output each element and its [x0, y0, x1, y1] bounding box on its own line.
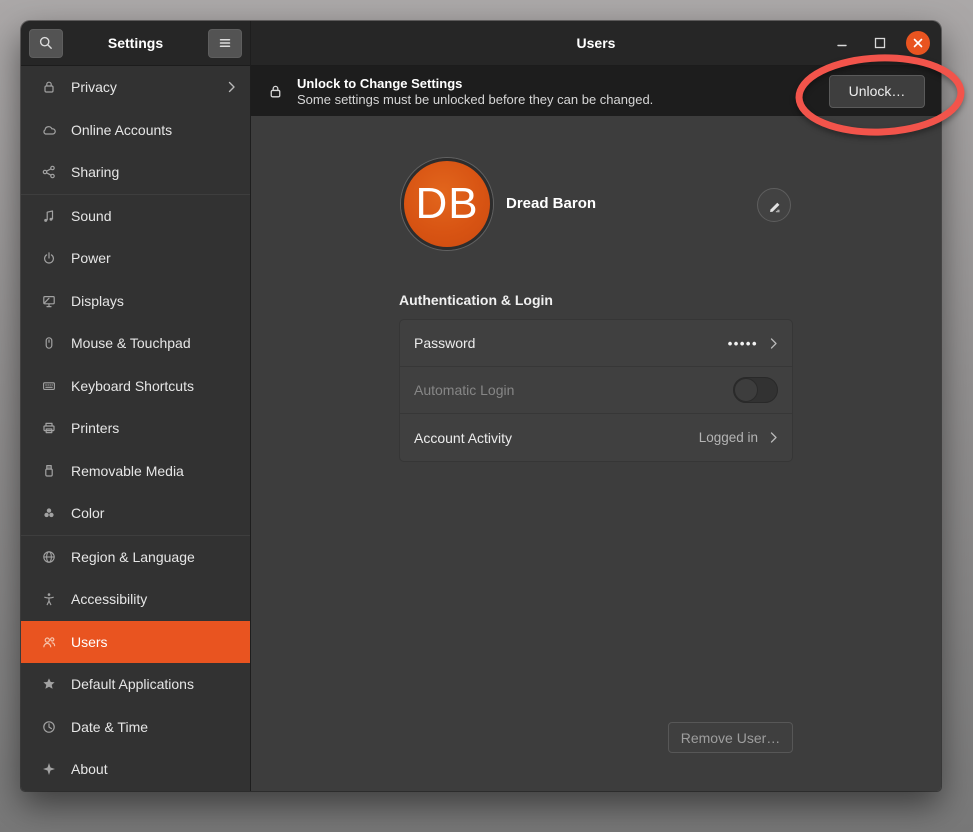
password-dots: •••••	[728, 336, 758, 351]
sidebar-item-sound[interactable]: Sound	[21, 195, 250, 238]
row-label: Password	[414, 335, 716, 351]
sidebar-item-label: Color	[71, 505, 236, 521]
pencil-icon	[767, 198, 782, 213]
hamburger-icon	[217, 35, 233, 51]
sidebar-item-printers[interactable]: Printers	[21, 407, 250, 450]
edit-name-button[interactable]	[757, 188, 791, 222]
sidebar-item-label: Sharing	[71, 164, 236, 180]
color-circles-icon	[41, 505, 57, 521]
content-headerbar[interactable]: Users	[251, 21, 941, 66]
sidebar-headerbar: Settings	[21, 21, 250, 66]
sidebar-item-label: Power	[71, 250, 236, 266]
star-icon	[41, 676, 57, 692]
close-icon	[912, 37, 924, 49]
user-name: Dread Baron	[506, 195, 596, 212]
sidebar-item-online-accounts[interactable]: Online Accounts	[21, 109, 250, 152]
close-button[interactable]	[906, 31, 930, 55]
sidebar-item-mouse-touchpad[interactable]: Mouse & Touchpad	[21, 322, 250, 365]
window-controls	[830, 31, 930, 55]
banner-subtitle: Some settings must be unlocked before th…	[297, 92, 816, 108]
sparkle-icon	[41, 761, 57, 777]
sidebar-item-privacy[interactable]: Privacy	[21, 66, 250, 109]
power-icon	[41, 250, 57, 266]
chevron-right-icon	[770, 431, 778, 444]
avatar-initials: DB	[415, 179, 478, 229]
cloud-icon	[41, 122, 57, 138]
section-heading: Authentication & Login	[399, 292, 553, 308]
accessibility-icon	[41, 591, 57, 607]
sidebar-item-users[interactable]: Users	[21, 621, 250, 664]
lock-icon	[267, 83, 284, 100]
sidebar-item-keyboard-shortcuts[interactable]: Keyboard Shortcuts	[21, 365, 250, 408]
clock-icon	[41, 719, 57, 735]
toggle-knob	[734, 378, 758, 402]
sidebar-item-power[interactable]: Power	[21, 237, 250, 280]
search-icon	[38, 35, 54, 51]
sidebar-item-removable-media[interactable]: Removable Media	[21, 450, 250, 493]
sidebar: Settings Privacy	[21, 21, 250, 791]
account-activity-value: Logged in	[699, 430, 758, 445]
search-button[interactable]	[29, 29, 63, 58]
banner-title: Unlock to Change Settings	[297, 75, 816, 92]
sidebar-item-label: About	[71, 761, 236, 777]
password-row[interactable]: Password •••••	[400, 320, 792, 367]
monitor-icon	[41, 293, 57, 309]
sidebar-item-label: Removable Media	[71, 463, 236, 479]
avatar[interactable]: DB	[401, 158, 493, 250]
sidebar-item-label: Sound	[71, 208, 236, 224]
sidebar-item-default-applications[interactable]: Default Applications	[21, 663, 250, 706]
sidebar-item-label: Default Applications	[71, 676, 236, 692]
keyboard-icon	[41, 378, 57, 394]
chevron-right-icon	[770, 337, 778, 350]
sidebar-item-label: Online Accounts	[71, 122, 236, 138]
globe-icon	[41, 549, 57, 565]
unlock-banner: Unlock to Change Settings Some settings …	[251, 66, 941, 116]
minimize-button[interactable]	[830, 31, 854, 55]
remove-user-button[interactable]: Remove User…	[668, 722, 793, 753]
sidebar-item-label: Region & Language	[71, 549, 236, 565]
printer-icon	[41, 420, 57, 436]
sidebar-item-label: Date & Time	[71, 719, 236, 735]
content-pane: Users	[251, 21, 941, 791]
automatic-login-row: Automatic Login	[400, 367, 792, 414]
sidebar-item-label: Displays	[71, 293, 236, 309]
maximize-button[interactable]	[868, 31, 892, 55]
music-note-icon	[41, 208, 57, 224]
sidebar-item-label: Privacy	[71, 79, 214, 95]
row-label: Automatic Login	[414, 382, 721, 398]
flash-drive-icon	[41, 463, 57, 479]
sidebar-item-color[interactable]: Color	[21, 492, 250, 535]
chevron-right-icon	[228, 81, 236, 93]
sidebar-item-displays[interactable]: Displays	[21, 280, 250, 323]
sidebar-item-accessibility[interactable]: Accessibility	[21, 578, 250, 621]
sidebar-item-region-language[interactable]: Region & Language	[21, 536, 250, 579]
share-icon	[41, 164, 57, 180]
sidebar-list: Privacy Online Accounts	[21, 66, 250, 791]
auth-login-list: Password ••••• Automatic Login Account A…	[399, 319, 793, 462]
unlock-button[interactable]: Unlock…	[829, 75, 925, 108]
sidebar-item-label: Keyboard Shortcuts	[71, 378, 236, 394]
sidebar-item-sharing[interactable]: Sharing	[21, 151, 250, 194]
sidebar-item-label: Mouse & Touchpad	[71, 335, 236, 351]
automatic-login-toggle[interactable]	[733, 377, 778, 403]
settings-window: Settings Privacy	[21, 21, 941, 791]
account-activity-row[interactable]: Account Activity Logged in	[400, 414, 792, 461]
sidebar-item-label: Users	[71, 634, 236, 650]
users-icon	[41, 634, 57, 650]
users-panel: DB Dread Baron Authentication & Login Pa…	[251, 116, 941, 791]
mouse-icon	[41, 335, 57, 351]
row-label: Account Activity	[414, 430, 687, 446]
menu-button[interactable]	[208, 29, 242, 58]
maximize-icon	[874, 37, 886, 49]
sidebar-item-label: Printers	[71, 420, 236, 436]
banner-text: Unlock to Change Settings Some settings …	[297, 75, 816, 108]
sidebar-item-about[interactable]: About	[21, 748, 250, 791]
sidebar-item-label: Accessibility	[71, 591, 236, 607]
lock-icon	[41, 79, 57, 95]
settings-title: Settings	[63, 35, 208, 51]
minimize-icon	[836, 37, 848, 49]
sidebar-item-date-time[interactable]: Date & Time	[21, 706, 250, 749]
